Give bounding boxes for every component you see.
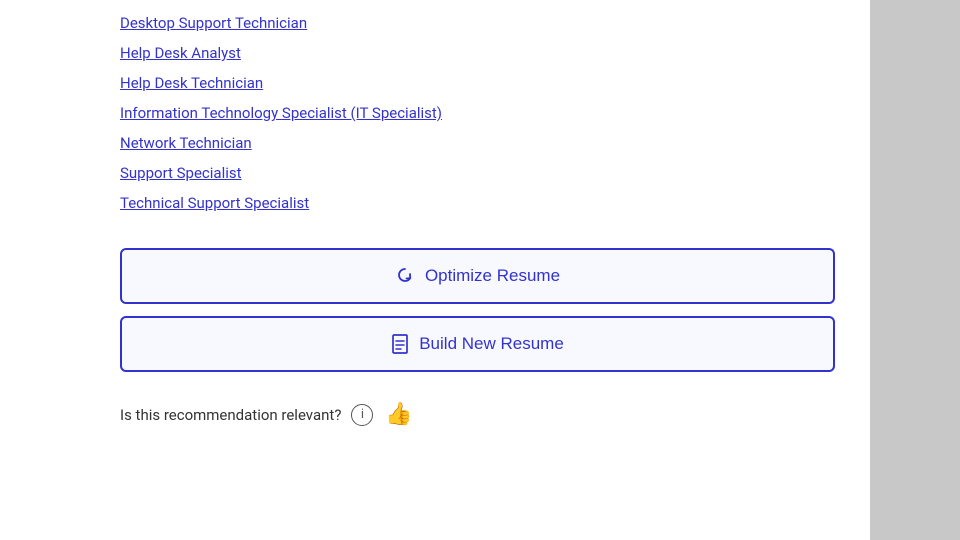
main-content: Desktop Support Technician Help Desk Ana… bbox=[0, 0, 870, 540]
job-link-network-technician[interactable]: Network Technician bbox=[120, 128, 252, 158]
job-link-it-specialist[interactable]: Information Technology Specialist (IT Sp… bbox=[120, 98, 442, 128]
job-link-help-desk-analyst[interactable]: Help Desk Analyst bbox=[120, 38, 241, 68]
list-item: Support Specialist bbox=[120, 158, 840, 188]
recommendation-section: Is this recommendation relevant? i 👍 bbox=[120, 402, 840, 427]
job-link-support-specialist[interactable]: Support Specialist bbox=[120, 158, 242, 188]
info-icon[interactable]: i bbox=[351, 404, 373, 426]
optimize-resume-label: Optimize Resume bbox=[425, 266, 560, 286]
thumbs-up-icon[interactable]: 👍 bbox=[385, 402, 412, 427]
list-item: Information Technology Specialist (IT Sp… bbox=[120, 98, 840, 128]
build-new-resume-button[interactable]: Build New Resume bbox=[120, 316, 835, 372]
list-item: Network Technician bbox=[120, 128, 840, 158]
optimize-resume-button[interactable]: Optimize Resume bbox=[120, 248, 835, 304]
job-link-desktop-support[interactable]: Desktop Support Technician bbox=[120, 8, 307, 38]
list-item: Help Desk Analyst bbox=[120, 38, 840, 68]
job-links-list: Desktop Support Technician Help Desk Ana… bbox=[120, 8, 840, 218]
build-new-resume-label: Build New Resume bbox=[419, 334, 564, 354]
list-item: Desktop Support Technician bbox=[120, 8, 840, 38]
recommendation-question: Is this recommendation relevant? bbox=[120, 406, 341, 424]
sidebar-right bbox=[870, 0, 960, 540]
button-section: Optimize Resume Build New Resume bbox=[120, 248, 835, 372]
optimize-icon bbox=[395, 266, 415, 286]
list-item: Help Desk Technician bbox=[120, 68, 840, 98]
job-link-help-desk-technician[interactable]: Help Desk Technician bbox=[120, 68, 263, 98]
job-link-technical-support-specialist[interactable]: Technical Support Specialist bbox=[120, 188, 309, 218]
list-item: Technical Support Specialist bbox=[120, 188, 840, 218]
document-icon bbox=[391, 334, 409, 354]
